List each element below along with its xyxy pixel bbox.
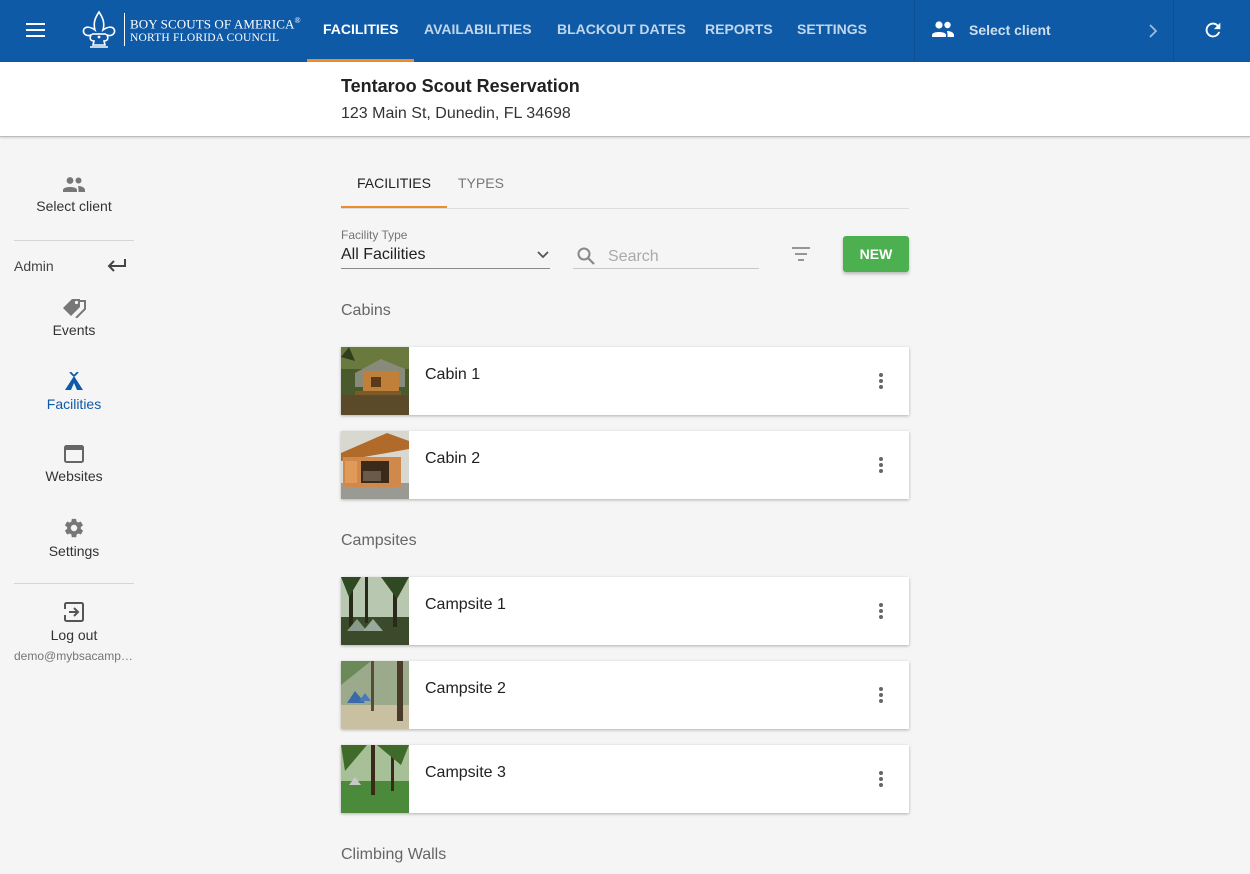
more-vert-icon[interactable] [869, 453, 893, 477]
facility-name: Cabin 2 [425, 450, 481, 467]
nav-tab-facilities[interactable]: FACILITIES [306, 0, 416, 62]
list-item[interactable]: Cabin 1 [341, 347, 909, 415]
fleur-de-lis-icon [82, 10, 116, 48]
more-vert-icon[interactable] [869, 767, 893, 791]
sidebar-item-label: Events [52, 322, 96, 338]
tabs-divider [341, 208, 909, 209]
tab-types[interactable]: TYPES [458, 164, 504, 208]
facility-name: Campsite 2 [425, 680, 506, 697]
nav-tab-blackout-dates[interactable]: BLACKOUT DATES [557, 0, 686, 62]
registered-mark: ® [294, 16, 301, 25]
facility-type-value: All Facilities [341, 246, 426, 263]
top-app-bar: BOY SCOUTS OF AMERICA® NORTH FLORIDA COU… [0, 0, 1250, 62]
org-line1: BOY SCOUTS OF AMERICA [130, 16, 295, 32]
sidebar-item-label: Settings [48, 543, 100, 559]
tag-icon [63, 299, 86, 318]
facility-name: Campsite 3 [425, 764, 506, 781]
sidebar-item-websites[interactable]: Websites [14, 444, 134, 484]
sidebar-select-client[interactable]: Select client [14, 176, 134, 214]
org-line2: NORTH FLORIDA COUNCIL [130, 32, 280, 45]
sidebar-divider [14, 240, 134, 241]
tent-icon [65, 372, 83, 390]
hamburger-menu-icon[interactable] [18, 15, 54, 45]
more-vert-icon[interactable] [869, 599, 893, 623]
sidebar-item-label: Facilities [46, 396, 102, 412]
list-item[interactable]: Campsite 1 [341, 577, 909, 645]
people-icon [932, 21, 954, 37]
filter-button[interactable] [787, 242, 815, 266]
chevron-down-icon [537, 251, 549, 259]
more-vert-icon[interactable] [869, 369, 893, 393]
facility-thumbnail [341, 431, 409, 499]
user-email: demo@mybsacamp.org [14, 649, 136, 663]
browser-window-icon [64, 445, 84, 463]
facility-name: Campsite 1 [425, 596, 506, 613]
facility-type-label: Facility Type [341, 228, 408, 242]
chevron-right-icon [1149, 24, 1158, 38]
facility-name: Tentaroo Scout Reservation [341, 76, 580, 96]
search-input[interactable] [608, 246, 756, 268]
facility-type-select[interactable]: All Facilities [341, 245, 550, 269]
group-title-climbing-walls: Climbing Walls [341, 846, 447, 863]
filter-list-icon [792, 247, 810, 261]
nav-tab-availabilities[interactable]: AVAILABILITIES [424, 0, 532, 62]
logout-label: Log out [50, 627, 98, 643]
more-vert-icon[interactable] [869, 683, 893, 707]
facility-address: 123 Main St, Dunedin, FL 34698 [341, 105, 571, 122]
select-client-button[interactable]: Select client [914, 0, 1173, 62]
facility-thumbnail [341, 347, 409, 415]
logout-button[interactable]: Log out [14, 601, 134, 643]
search-field [573, 244, 759, 269]
people-icon [63, 177, 85, 192]
list-item[interactable]: Campsite 2 [341, 661, 909, 729]
logout-icon [63, 602, 84, 622]
group-title-campsites: Campsites [341, 532, 417, 549]
new-facility-button[interactable]: NEW [843, 236, 909, 272]
group-title-cabins: Cabins [341, 302, 391, 319]
sidebar-item-facilities[interactable]: Facilities [14, 372, 134, 412]
select-client-label: Select client [969, 22, 1051, 38]
sidebar-item-settings[interactable]: Settings [14, 517, 134, 559]
list-item[interactable]: Campsite 3 [341, 745, 909, 813]
sidebar-divider [14, 583, 134, 584]
list-item[interactable]: Cabin 2 [341, 431, 909, 499]
refresh-button[interactable] [1173, 0, 1250, 62]
facility-thumbnail [341, 745, 409, 813]
facility-thumbnail [341, 661, 409, 729]
org-name: BOY SCOUTS OF AMERICA® NORTH FLORIDA COU… [124, 13, 304, 47]
sidebar-item-label: Websites [45, 468, 103, 484]
facility-name: Cabin 1 [425, 366, 481, 383]
search-icon [577, 247, 595, 265]
sidebar-item-events[interactable]: Events [14, 296, 134, 338]
admin-label: Admin [14, 258, 54, 274]
facility-header: Tentaroo Scout Reservation 123 Main St, … [0, 62, 1250, 137]
facility-thumbnail [341, 577, 409, 645]
bsa-logo[interactable]: BOY SCOUTS OF AMERICA® NORTH FLORIDA COU… [80, 10, 301, 50]
refresh-icon [1205, 22, 1221, 38]
nav-tab-reports[interactable]: REPORTS [705, 0, 773, 62]
nav-tab-settings[interactable]: SETTINGS [797, 0, 867, 62]
sidebar-select-client-label: Select client [36, 198, 112, 214]
tab-facilities[interactable]: FACILITIES [341, 164, 447, 208]
gear-icon [65, 518, 83, 538]
return-arrow-icon[interactable] [106, 255, 128, 275]
